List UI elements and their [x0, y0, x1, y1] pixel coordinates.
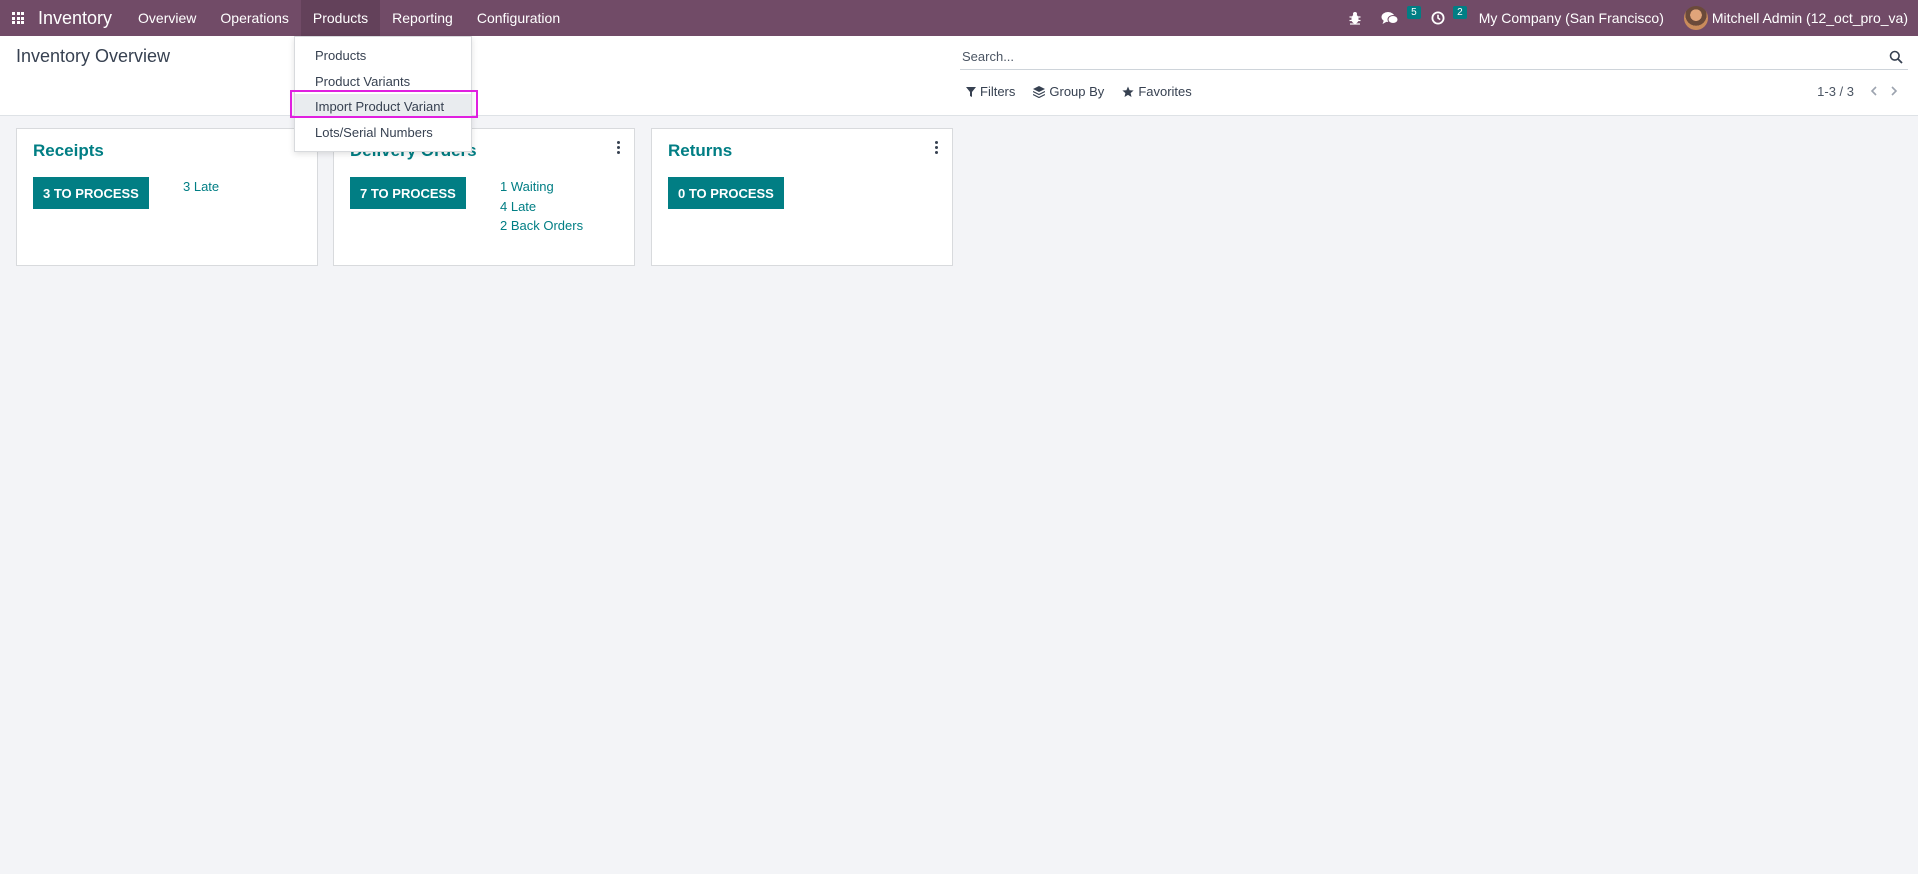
kanban-card-returns: Returns 0 TO PROCESS	[651, 128, 953, 266]
group-by-label: Group By	[1049, 84, 1105, 99]
search-toolbar: Filters Group By Favorites	[966, 84, 1210, 99]
user-name: Mitchell Admin (12_oct_pro_va)	[1711, 10, 1908, 26]
menu-configuration[interactable]: Configuration	[465, 0, 572, 36]
star-icon	[1122, 86, 1134, 97]
dropdown-item-lots-serial-numbers[interactable]: Lots/Serial Numbers	[295, 120, 471, 144]
filter-icon	[966, 86, 976, 97]
app-menu-icon[interactable]	[0, 0, 36, 36]
layers-icon	[1033, 85, 1046, 98]
search-icon[interactable]	[1884, 45, 1908, 69]
activities-clock-icon[interactable]: 2	[1421, 0, 1467, 36]
top-navbar: Inventory Overview Operations Products R…	[0, 0, 1918, 36]
search-bar	[960, 44, 1908, 70]
messages-chat-icon[interactable]: 5	[1371, 0, 1421, 36]
card-options-icon[interactable]	[935, 141, 938, 154]
card-title[interactable]: Returns	[668, 141, 732, 161]
favorites-label: Favorites	[1138, 84, 1192, 99]
dropdown-item-products[interactable]: Products	[295, 43, 471, 67]
card-options-icon[interactable]	[617, 141, 620, 154]
waiting-link[interactable]: 1 Waiting	[500, 179, 554, 194]
messages-count-badge: 5	[1407, 6, 1421, 19]
to-process-button[interactable]: 3 TO PROCESS	[33, 177, 149, 209]
menu-reporting[interactable]: Reporting	[380, 0, 465, 36]
favorites-button[interactable]: Favorites	[1122, 84, 1192, 99]
menu-products[interactable]: Products	[300, 0, 381, 36]
app-brand[interactable]: Inventory	[38, 8, 112, 29]
activities-count-badge: 2	[1453, 6, 1467, 19]
avatar	[1683, 6, 1708, 30]
company-switcher[interactable]: My Company (San Francisco)	[1467, 10, 1676, 26]
late-link[interactable]: 4 Late	[500, 199, 536, 214]
control-panel: Inventory Overview Filters Group By Favo…	[0, 36, 1918, 116]
menu-operations[interactable]: Operations	[208, 0, 300, 36]
card-title[interactable]: Receipts	[33, 141, 104, 161]
late-link[interactable]: 3 Late	[183, 179, 219, 194]
to-process-button[interactable]: 7 TO PROCESS	[350, 177, 466, 209]
debug-bug-icon[interactable]	[1339, 0, 1371, 36]
search-input[interactable]	[960, 49, 1884, 64]
filters-button[interactable]: Filters	[966, 84, 1015, 99]
back-orders-link[interactable]: 2 Back Orders	[500, 218, 583, 233]
page-title: Inventory Overview	[16, 46, 171, 66]
kanban-card-receipts: Receipts 3 TO PROCESS 3 Late	[16, 128, 318, 266]
filters-label: Filters	[980, 84, 1016, 99]
user-menu[interactable]: Mitchell Admin (12_oct_pro_va)	[1676, 6, 1908, 30]
products-dropdown-menu: Products Product Variants Import Product…	[294, 36, 472, 152]
pager-value[interactable]: 1-3 / 3	[1817, 84, 1854, 99]
dropdown-item-product-variants[interactable]: Product Variants	[295, 69, 471, 93]
pager-previous-icon[interactable]	[1870, 84, 1878, 99]
pager-next-icon[interactable]	[1890, 84, 1898, 99]
pager: 1-3 / 3	[1817, 84, 1898, 99]
group-by-button[interactable]: Group By	[1033, 84, 1104, 99]
to-process-button[interactable]: 0 TO PROCESS	[668, 177, 784, 209]
menu-overview[interactable]: Overview	[126, 0, 208, 36]
dropdown-item-import-product-variant[interactable]: Import Product Variant	[295, 94, 471, 118]
